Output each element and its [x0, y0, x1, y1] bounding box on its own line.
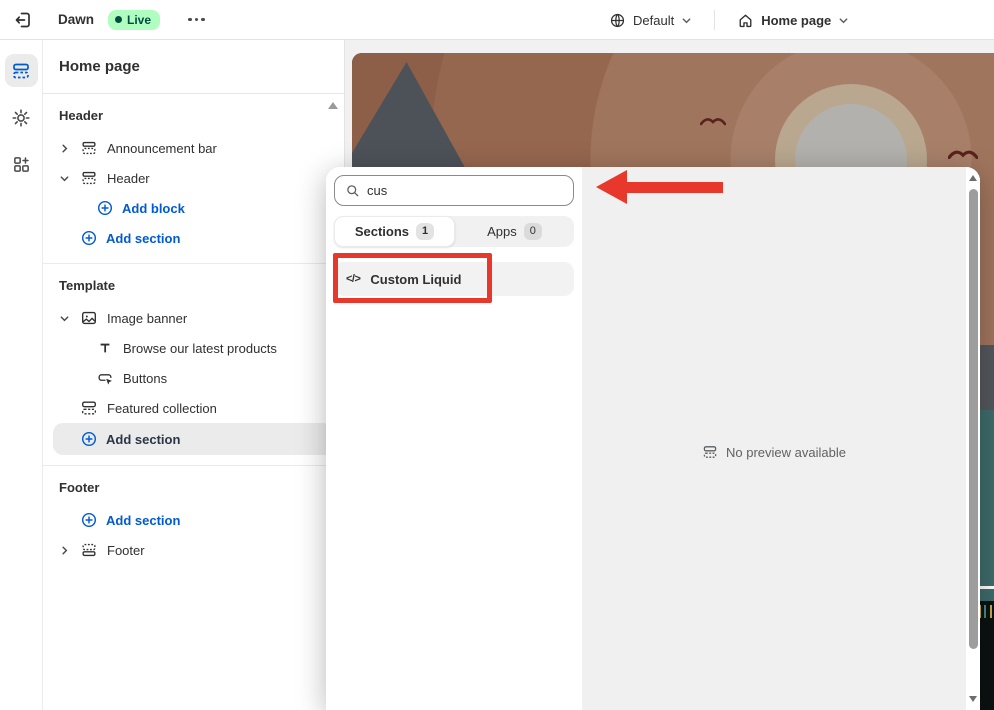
add-section-popup: Sections 1 Apps 0 </> Custom Liquid — [326, 167, 980, 710]
sections-icon — [702, 444, 718, 460]
add-block-button[interactable]: Add block — [43, 193, 344, 223]
section-search-box[interactable] — [334, 175, 574, 206]
panel-scroll-up-arrow[interactable] — [328, 102, 338, 109]
bird-icon — [948, 147, 978, 161]
add-section-button-template-active[interactable]: Add section — [53, 423, 334, 455]
popup-list-column: Sections 1 Apps 0 </> Custom Liquid — [326, 167, 582, 710]
sections-icon — [79, 398, 99, 418]
topbar-selectors: Default Home page — [603, 0, 855, 40]
tab-sections[interactable]: Sections 1 — [334, 216, 455, 247]
circle-plus-icon — [79, 228, 99, 248]
no-preview-message: No preview available — [582, 444, 966, 460]
scroll-up-arrow-icon[interactable] — [969, 175, 977, 181]
popup-tabs: Sections 1 Apps 0 — [334, 216, 574, 247]
page-selector[interactable]: Home page — [731, 8, 855, 33]
chevron-down-icon[interactable] — [59, 173, 79, 184]
search-icon — [345, 183, 360, 198]
mountain-shape — [352, 62, 468, 173]
panel-header: Home page — [43, 40, 344, 94]
arrow-body — [625, 182, 723, 193]
rail-sections-button[interactable] — [5, 54, 38, 87]
group-heading: Header — [43, 106, 344, 123]
page-selector-label: Home page — [761, 13, 831, 28]
tree-item-announcement-bar[interactable]: Announcement bar — [43, 133, 344, 163]
circle-plus-icon — [95, 198, 115, 218]
tree-item-banner-heading[interactable]: Browse our latest products — [43, 333, 344, 363]
arrow-head — [596, 170, 627, 204]
bird-icon — [700, 115, 726, 127]
chevron-right-icon[interactable] — [59, 545, 79, 556]
editor-rail — [0, 40, 43, 710]
chevron-down-icon — [681, 15, 692, 26]
add-section-button-footer[interactable]: Add section — [43, 505, 344, 535]
live-badge-label: Live — [127, 13, 151, 27]
tree-item-buttons[interactable]: Buttons — [43, 363, 344, 393]
annotation-highlight-box — [333, 253, 492, 303]
footer-section-icon — [79, 540, 99, 560]
chevron-down-icon[interactable] — [59, 313, 79, 324]
apps-count-badge: 0 — [524, 223, 542, 240]
tab-apps[interactable]: Apps 0 — [455, 216, 574, 247]
scroll-down-arrow-icon[interactable] — [969, 696, 977, 702]
search-input[interactable] — [367, 183, 563, 198]
header-section-icon — [79, 168, 99, 188]
group-heading: Template — [43, 276, 344, 293]
exit-icon — [13, 10, 33, 30]
gear-icon — [11, 108, 31, 128]
image-icon — [79, 308, 99, 328]
chevron-down-icon — [838, 15, 849, 26]
exit-editor-button[interactable] — [8, 5, 38, 35]
topbar: Dawn Live Default — [0, 0, 994, 40]
live-dot-icon — [115, 16, 122, 23]
sections-count-badge: 1 — [416, 223, 434, 240]
apps-icon — [12, 155, 31, 174]
theme-style-selector[interactable]: Default — [603, 8, 698, 33]
scrollbar-thumb[interactable] — [969, 189, 978, 649]
tree-item-footer[interactable]: Footer — [43, 535, 344, 565]
globe-icon — [609, 12, 626, 29]
text-icon — [95, 338, 115, 358]
group-footer: Footer Add section — [43, 465, 344, 565]
rail-settings-button[interactable] — [5, 101, 38, 134]
sections-panel: Home page Header Announcement bar — [43, 40, 345, 710]
group-template: Template Image banner Brow — [43, 263, 344, 455]
tree-item-featured-collection[interactable]: Featured collection — [43, 393, 344, 423]
topbar-divider — [714, 10, 715, 30]
tree-item-header[interactable]: Header — [43, 163, 344, 193]
tree-item-image-banner[interactable]: Image banner — [43, 303, 344, 333]
circle-plus-icon — [79, 429, 99, 449]
live-status-badge: Live — [108, 10, 160, 30]
page-title: Home page — [59, 58, 140, 75]
circle-plus-icon — [79, 510, 99, 530]
annotation-arrow — [596, 170, 728, 206]
buttons-icon — [95, 368, 115, 388]
chevron-right-icon[interactable] — [59, 143, 79, 154]
add-section-button-header[interactable]: Add section — [43, 223, 344, 253]
theme-style-label: Default — [633, 13, 674, 28]
popup-preview-column: No preview available — [582, 167, 980, 710]
rail-apps-button[interactable] — [5, 148, 38, 181]
home-icon — [737, 12, 754, 29]
header-section-icon — [79, 138, 99, 158]
theme-editor-window: Dawn Live Default — [0, 0, 994, 710]
more-actions-button[interactable] — [182, 10, 211, 30]
group-header: Header Announcement bar — [43, 94, 344, 253]
group-heading: Footer — [43, 478, 344, 495]
store-name: Dawn — [58, 12, 94, 27]
popup-scrollbar[interactable] — [966, 167, 980, 710]
dots-icon — [188, 18, 192, 22]
sections-icon — [11, 61, 31, 81]
